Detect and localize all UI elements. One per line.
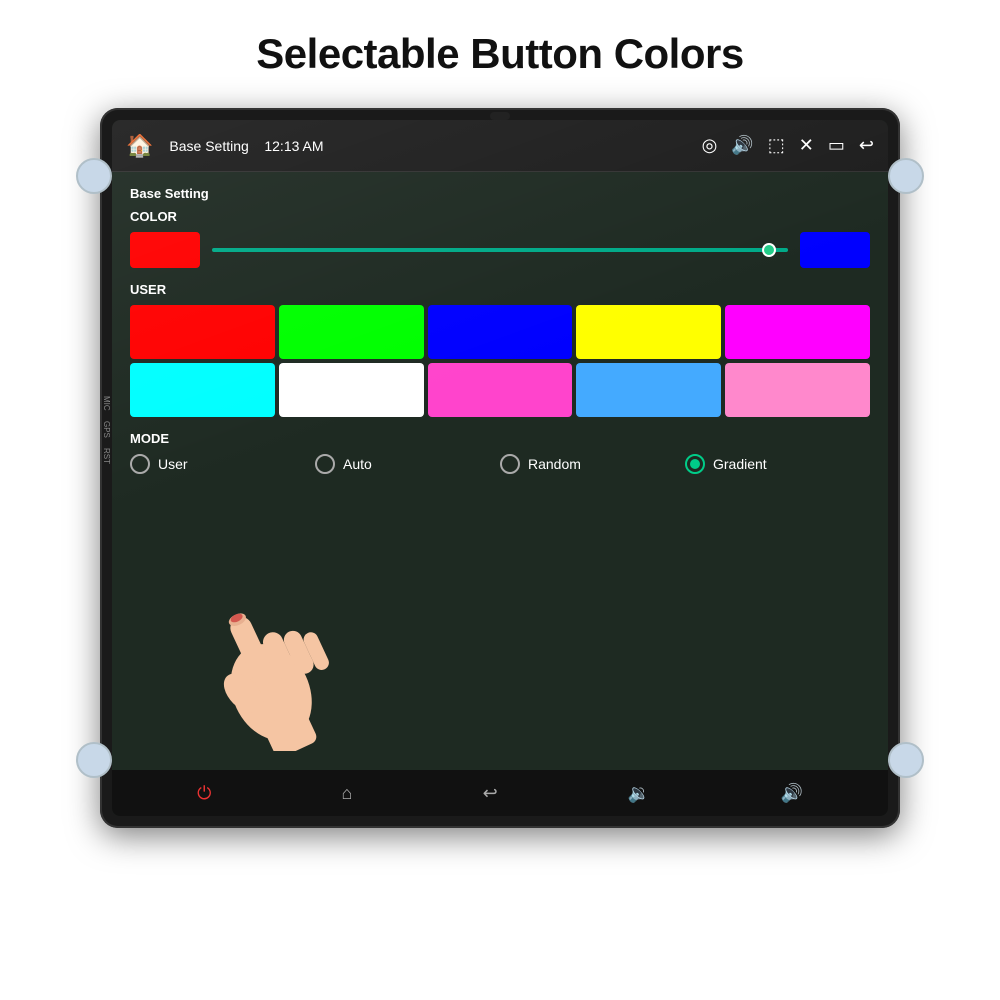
- mount-hole-top-left: [76, 158, 112, 194]
- mode-label: MODE: [130, 431, 870, 446]
- color-grid: [130, 305, 870, 417]
- device-wrapper: MIC GPS RST 🏠 Base Setting 12:13 AM ◎ 🔊: [90, 108, 910, 828]
- main-content: Base Setting COLOR: [112, 172, 888, 770]
- user-color-4[interactable]: [576, 305, 721, 359]
- radio-user[interactable]: [130, 454, 150, 474]
- back-bottom-icon[interactable]: ↩: [483, 783, 498, 804]
- mode-options: User Auto Random Gradient: [130, 454, 870, 474]
- vol-down-icon[interactable]: 🔉: [628, 783, 650, 804]
- user-color-9[interactable]: [576, 363, 721, 417]
- close-icon[interactable]: ✕: [799, 135, 814, 156]
- mode-gradient-label: Gradient: [713, 456, 767, 472]
- user-color-8[interactable]: [428, 363, 573, 417]
- mode-random[interactable]: Random: [500, 454, 685, 474]
- color-swatch-left[interactable]: [130, 232, 200, 268]
- camera-notch: [490, 112, 510, 120]
- page-title: Selectable Button Colors: [256, 30, 743, 78]
- slider-container[interactable]: [212, 232, 788, 268]
- power-icon[interactable]: ⏻: [197, 783, 211, 804]
- window-icon[interactable]: ▭: [828, 135, 845, 156]
- bottom-bar: ⏻ ⌂ ↩ 🔉 🔊: [112, 770, 888, 816]
- volume-icon[interactable]: 🔊: [731, 135, 753, 156]
- nav-icons: ◎ 🔊 ⬚ ✕ ▭ ↩: [702, 135, 874, 156]
- slider-track: [212, 248, 788, 252]
- user-color-6[interactable]: [130, 363, 275, 417]
- color-section: COLOR: [130, 209, 870, 268]
- base-setting-header: Base Setting: [130, 186, 870, 201]
- nav-bar: 🏠 Base Setting 12:13 AM ◎ 🔊 ⬚ ✕ ▭ ↩: [112, 120, 888, 172]
- mount-hole-bottom-right: [888, 742, 924, 778]
- radio-random[interactable]: [500, 454, 520, 474]
- user-section: USER: [130, 282, 870, 417]
- color-row: [130, 232, 870, 268]
- location-icon[interactable]: ◎: [702, 135, 718, 156]
- mode-gradient[interactable]: Gradient: [685, 454, 870, 474]
- mode-random-label: Random: [528, 456, 581, 472]
- user-color-7[interactable]: [279, 363, 424, 417]
- device-frame: MIC GPS RST 🏠 Base Setting 12:13 AM ◎ 🔊: [100, 108, 900, 828]
- mount-hole-top-right: [888, 158, 924, 194]
- camera-icon[interactable]: ⬚: [768, 135, 785, 156]
- home-bottom-icon[interactable]: ⌂: [342, 783, 353, 804]
- user-color-2[interactable]: [279, 305, 424, 359]
- user-label: USER: [130, 282, 870, 297]
- mode-auto[interactable]: Auto: [315, 454, 500, 474]
- back-icon[interactable]: ↩: [859, 135, 874, 156]
- user-color-1[interactable]: [130, 305, 275, 359]
- radio-gradient[interactable]: [685, 454, 705, 474]
- mode-section: MODE User Auto Random: [130, 431, 870, 474]
- mode-user[interactable]: User: [130, 454, 315, 474]
- user-color-3[interactable]: [428, 305, 573, 359]
- mode-auto-label: Auto: [343, 456, 372, 472]
- user-color-5[interactable]: [725, 305, 870, 359]
- slider-thumb: [762, 243, 776, 257]
- color-swatch-right[interactable]: [800, 232, 870, 268]
- color-label: COLOR: [130, 209, 870, 224]
- home-icon[interactable]: 🏠: [126, 133, 153, 159]
- mount-hole-bottom-left: [76, 742, 112, 778]
- nav-title: Base Setting 12:13 AM: [169, 138, 691, 154]
- screen: 🏠 Base Setting 12:13 AM ◎ 🔊 ⬚ ✕ ▭ ↩: [112, 120, 888, 816]
- radio-auto[interactable]: [315, 454, 335, 474]
- mode-user-label: User: [158, 456, 188, 472]
- vol-up-icon[interactable]: 🔊: [780, 783, 802, 804]
- user-color-10[interactable]: [725, 363, 870, 417]
